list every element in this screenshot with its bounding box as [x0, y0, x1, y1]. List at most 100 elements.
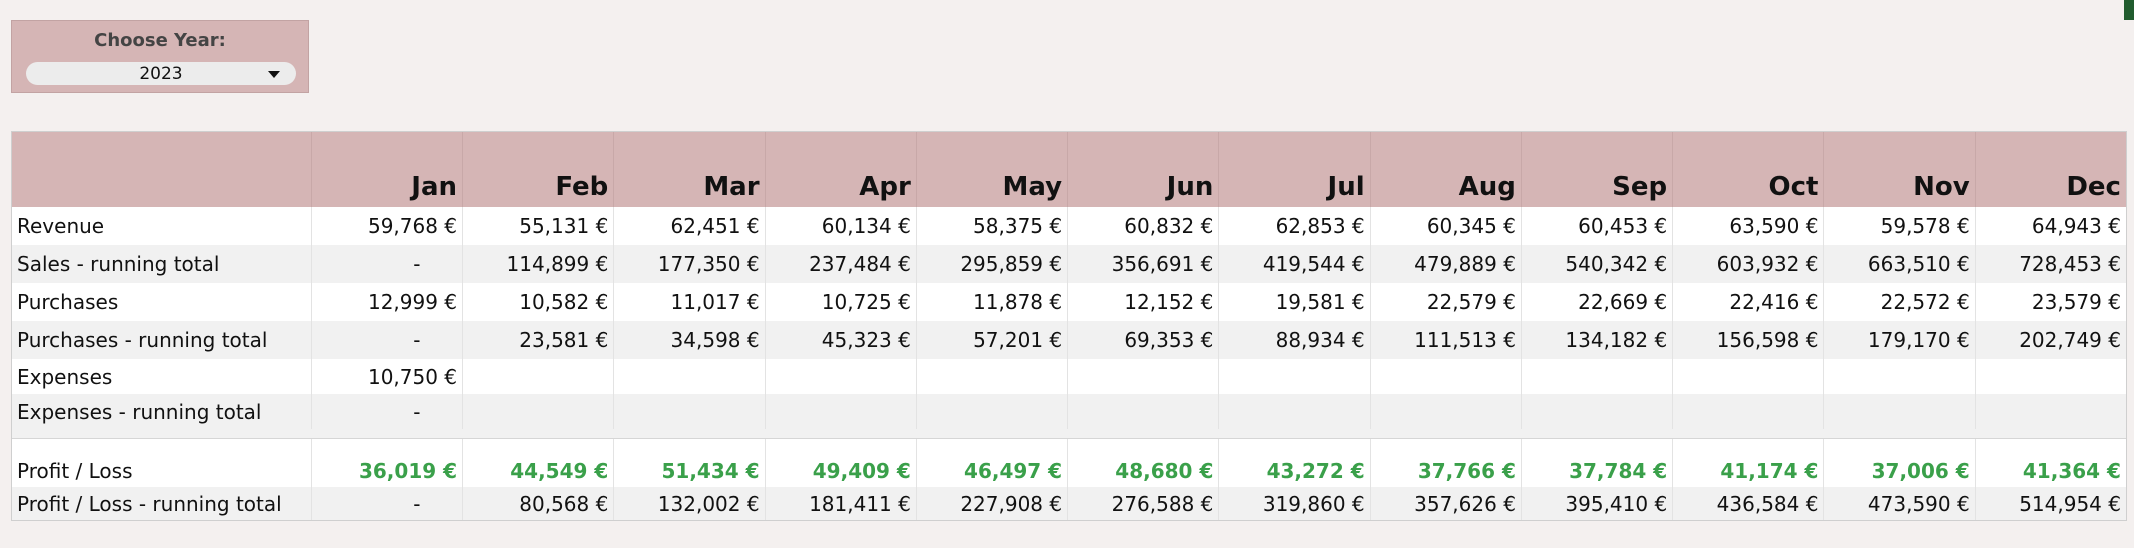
table-cell: 728,453 €	[1974, 245, 2126, 283]
table-cell: 69,353 €	[1067, 321, 1218, 359]
header-month: Aug	[1369, 132, 1521, 207]
table-cell	[1974, 394, 2126, 429]
year-select-value: 2023	[139, 64, 183, 84]
table-cell: 58,375 €	[915, 207, 1067, 245]
table-cell: 395,410 €	[1520, 487, 1672, 520]
table-cell	[1067, 394, 1218, 429]
table-cell	[1974, 359, 2126, 394]
table-cell	[1520, 394, 1672, 429]
table-cell: 55,131 €	[462, 207, 613, 245]
table-cell: 10,750 €	[310, 359, 462, 394]
table-cell	[1672, 359, 1823, 394]
table-cell	[1823, 394, 1974, 429]
table-cell: 663,510 €	[1823, 245, 1974, 283]
table-cell: -	[310, 245, 462, 283]
table-cell: 12,152 €	[1067, 283, 1218, 321]
table-cell: 132,002 €	[613, 487, 764, 520]
year-select[interactable]: 2023	[26, 62, 296, 85]
table-row-profit-loss: Profit / Loss 36,019 € 44,549 € 51,434 €…	[12, 439, 2126, 487]
table-row-purchases: Purchases 12,999 € 10,582 € 11,017 € 10,…	[12, 283, 2126, 321]
table-cell: 111,513 €	[1369, 321, 1521, 359]
table-cell: 11,878 €	[915, 283, 1067, 321]
row-label: Profit / Loss	[17, 459, 133, 483]
table-cell	[1369, 394, 1521, 429]
row-label: Sales - running total	[17, 252, 220, 276]
table-cell: 11,017 €	[613, 283, 764, 321]
table-cell: 23,579 €	[1974, 283, 2126, 321]
table-cell: 43,272 €	[1218, 439, 1369, 487]
table-cell	[613, 359, 764, 394]
header-month: Nov	[1823, 132, 1974, 207]
table-cell: 295,859 €	[915, 245, 1067, 283]
row-label: Purchases - running total	[17, 328, 268, 352]
table-cell: 514,954 €	[1974, 487, 2126, 520]
table-cell: 19,581 €	[1218, 283, 1369, 321]
table-row-profit-loss-running-total: Profit / Loss - running total - 80,568 €…	[12, 487, 2126, 520]
table-cell	[1823, 359, 1974, 394]
table-cell: 156,598 €	[1672, 321, 1823, 359]
table-cell: 23,581 €	[462, 321, 613, 359]
section-divider	[12, 429, 2126, 439]
table-cell: 60,345 €	[1369, 207, 1521, 245]
table-cell: 22,416 €	[1672, 283, 1823, 321]
table-cell	[1672, 394, 1823, 429]
financial-summary-table: Jan Feb Mar Apr May Jun Jul Aug Sep Oct …	[11, 131, 2127, 521]
table-cell: 48,680 €	[1067, 439, 1218, 487]
header-month: Jan	[310, 132, 462, 207]
table-cell: -	[310, 394, 462, 429]
table-cell: 357,626 €	[1369, 487, 1521, 520]
table-cell: 37,784 €	[1520, 439, 1672, 487]
table-cell: 62,451 €	[613, 207, 764, 245]
table-cell: 276,588 €	[1067, 487, 1218, 520]
table-cell	[1520, 359, 1672, 394]
table-cell	[915, 394, 1067, 429]
table-cell: 603,932 €	[1672, 245, 1823, 283]
table-row-expenses: Expenses 10,750 €	[12, 359, 2126, 394]
table-cell	[462, 394, 613, 429]
table-cell: 479,889 €	[1369, 245, 1521, 283]
table-cell: 436,584 €	[1672, 487, 1823, 520]
table-cell: 227,908 €	[915, 487, 1067, 520]
table-cell: 540,342 €	[1520, 245, 1672, 283]
header-month: Sep	[1520, 132, 1672, 207]
table-cell: -	[310, 321, 462, 359]
table-cell: 59,578 €	[1823, 207, 1974, 245]
table-cell: 44,549 €	[462, 439, 613, 487]
table-cell: 51,434 €	[613, 439, 764, 487]
table-cell: 419,544 €	[1218, 245, 1369, 283]
table-cell: -	[310, 487, 462, 520]
table-cell: 181,411 €	[764, 487, 916, 520]
table-cell: 114,899 €	[462, 245, 613, 283]
header-month: Jun	[1067, 132, 1218, 207]
table-cell: 41,174 €	[1672, 439, 1823, 487]
header-month: Jul	[1218, 132, 1369, 207]
header-month: Dec	[1974, 132, 2126, 207]
header-month: Apr	[764, 132, 916, 207]
table-cell: 12,999 €	[310, 283, 462, 321]
table-cell: 34,598 €	[613, 321, 764, 359]
table-cell: 179,170 €	[1823, 321, 1974, 359]
row-label: Purchases	[17, 290, 119, 314]
header-corner	[12, 132, 311, 207]
dropdown-caret-icon[interactable]	[268, 71, 280, 78]
table-row-purchases-running-total: Purchases - running total - 23,581 € 34,…	[12, 321, 2126, 359]
table-cell: 41,364 €	[1974, 439, 2126, 487]
table-cell: 473,590 €	[1823, 487, 1974, 520]
table-cell: 36,019 €	[310, 439, 462, 487]
table-cell: 45,323 €	[764, 321, 916, 359]
table-cell: 237,484 €	[764, 245, 916, 283]
window-edge-marker	[2124, 0, 2134, 20]
table-cell: 60,134 €	[764, 207, 916, 245]
table-cell	[1218, 394, 1369, 429]
table-cell: 134,182 €	[1520, 321, 1672, 359]
table-row-sales-running-total: Sales - running total - 114,899 € 177,35…	[12, 245, 2126, 283]
row-label: Expenses	[17, 364, 113, 389]
header-month: Mar	[613, 132, 764, 207]
table-cell: 62,853 €	[1218, 207, 1369, 245]
table-cell: 22,579 €	[1369, 283, 1521, 321]
table-cell: 22,669 €	[1520, 283, 1672, 321]
table-cell	[764, 394, 916, 429]
row-label: Profit / Loss - running total	[17, 491, 282, 516]
table-header-row: Jan Feb Mar Apr May Jun Jul Aug Sep Oct …	[12, 132, 2126, 207]
table-cell: 202,749 €	[1974, 321, 2126, 359]
